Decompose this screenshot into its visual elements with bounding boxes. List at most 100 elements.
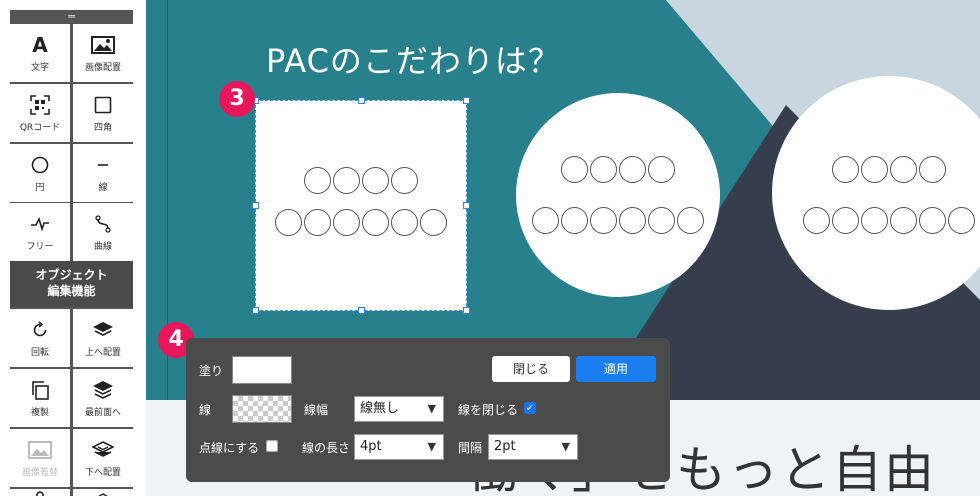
dashed-label: 点線にする [199,441,260,455]
tool-bring-front[interactable]: 最前面へ [73,369,133,427]
ring-icon [420,209,447,236]
ring-row [516,156,720,183]
ring-icon [619,207,646,234]
gap-label: 間隔 [458,441,483,455]
layer-down-icon [73,438,133,462]
layer-up-icon [73,318,133,342]
tool-label: QRコード [19,123,61,133]
ring-icon [391,167,418,194]
gap-select[interactable]: 2pt ▼ [488,434,578,460]
ring-row [772,156,980,183]
ring-icon [861,207,888,234]
ring-icon [919,156,946,183]
ring-icon [304,209,331,236]
tool-label: 文字 [30,63,49,73]
resize-handle-bottom-left[interactable] [252,307,259,314]
slide-title[interactable]: PACのこだわりは？ [266,36,561,82]
ring-icon [861,156,888,183]
ring-icon [890,156,917,183]
palette-drag-handle[interactable]: ═ [10,10,133,24]
resize-handle-bottom[interactable] [358,307,365,314]
tool-label: 円 [35,183,45,193]
qr-code-icon [10,93,70,117]
dash-length-select[interactable]: 4pt ▼ [354,434,444,460]
dash-length-label: 線の長さ [302,441,351,455]
ring-icon [948,207,975,234]
tool-curve[interactable]: 曲線 [73,203,133,261]
tool-label: 曲線 [93,242,112,252]
fill-label: 塗り [199,364,224,378]
tool-label: 画像差替 [21,468,58,478]
circle-card[interactable] [516,93,720,297]
stroke-width-select[interactable]: 線無し ▼ [354,396,444,422]
chevron-down-icon: ▼ [427,440,436,453]
tool-image[interactable]: 画像配置 [73,24,133,82]
tool-more[interactable] [10,489,70,496]
apply-button[interactable]: 適用 [576,356,656,382]
image-icon [73,33,133,57]
tool-label: 画像配置 [84,63,121,73]
ring-icon [890,207,917,234]
ring-icon [275,209,302,236]
tool-text[interactable]: A 文字 [10,24,70,82]
shape-properties-panel: 塗り 閉じる 適用 線 線幅 線無し ▼ 線を閉じる ✓ 点線にする 線の長さ … [186,338,670,482]
dashed-checkbox[interactable] [266,440,278,452]
tool-label: 複製 [30,408,49,418]
chevron-down-icon: ▼ [561,440,570,453]
duplicate-icon [10,378,70,402]
tool-freehand[interactable]: フリー [10,203,70,261]
fill-color-swatch[interactable] [232,356,292,384]
ring-icon [619,156,646,183]
chevron-down-icon: ▼ [427,402,436,415]
tool-label: 上へ配置 [84,348,121,358]
close-path-checkbox[interactable]: ✓ [524,402,536,414]
tool-layer-down[interactable]: 下へ配置 [73,429,133,487]
stroke-color-swatch[interactable] [232,395,292,423]
stroke-label: 線 [199,403,212,417]
tool-label: 下へ配置 [84,468,121,478]
curve-icon [73,212,133,236]
stroke-width-value: 線無し [360,401,400,416]
step-badge-3: 3 [219,81,255,117]
ring-icon [648,156,675,183]
ring-icon [333,209,360,236]
tool-line[interactable]: 線 [73,144,133,202]
tool-square[interactable]: 四角 [73,84,133,142]
tool-palette: ═ A 文字 画像配置 QRコード 四角 円 線 フリー 曲線 オブジェクト 編… [10,10,133,496]
dash-length-value: 4pt [360,439,382,454]
tool-circle[interactable]: 円 [10,144,70,202]
tool-more-2[interactable] [73,489,133,496]
resize-handle-left[interactable] [252,202,259,209]
ring-row [772,207,980,234]
ring-icon [677,207,704,234]
tool-label: 線 [98,183,108,193]
ring-icon [832,207,859,234]
resize-handle-right[interactable] [463,202,470,209]
tool-layer-up[interactable]: 上へ配置 [73,309,133,367]
ring-icon [391,209,418,236]
ring-row [516,207,720,234]
ring-icon [362,167,389,194]
tool-rotate[interactable]: 回転 [10,309,70,367]
ring-icon [648,207,675,234]
ring-icon [532,207,559,234]
resize-handle-bottom-right[interactable] [463,307,470,314]
resize-handle-top[interactable] [358,97,365,104]
ring-icon [590,156,617,183]
tool-label: 回転 [30,348,49,358]
object-edit-section-title: オブジェクト 編集機能 [10,261,133,307]
circle-icon [10,153,70,177]
close-button[interactable]: 閉じる [492,356,570,382]
ring-icon [362,209,389,236]
tool-duplicate[interactable]: 複製 [10,369,70,427]
tool-image-replace: 画像差替 [10,429,70,487]
ring-icon [333,167,360,194]
tool-qr-code[interactable]: QRコード [10,84,70,142]
image-replace-icon [10,438,70,462]
close-path-label: 線を閉じる [458,403,519,417]
ring-icon [590,207,617,234]
ring-icon [919,207,946,234]
selected-rectangle[interactable] [252,97,470,314]
resize-handle-top-right[interactable] [463,97,470,104]
gap-value: 2pt [494,439,516,454]
